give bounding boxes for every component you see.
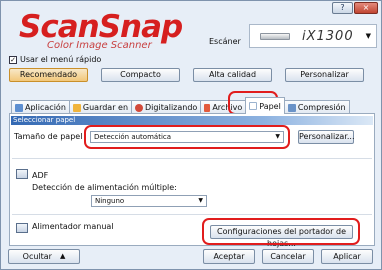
scansnap-settings-window: ? × ScanSnap Color Image Scanner Escáner…	[0, 0, 382, 270]
highlight-paper-size	[84, 125, 290, 149]
hide-button[interactable]: Ocultar ▲	[8, 249, 80, 264]
window-controls: ? ×	[332, 2, 378, 14]
quick-menu-checkbox[interactable]: ✓ Usar el menú rápido	[9, 55, 101, 64]
paper-icon	[249, 102, 258, 110]
scanning-icon	[135, 103, 144, 112]
quick-menu-label: Usar el menú rápido	[20, 55, 102, 64]
tab-application[interactable]: Aplicación	[11, 100, 70, 114]
adf-label: ADF	[32, 171, 49, 180]
tab-label: Digitalizando	[145, 103, 198, 112]
scanner-label: Escáner	[209, 37, 241, 46]
tab-label: Guardar en	[82, 103, 129, 112]
highlight-carrier-button	[202, 218, 360, 245]
tab-label: Compresión	[297, 103, 346, 112]
file-icon	[204, 103, 211, 112]
tab-save-to[interactable]: Guardar en	[68, 100, 133, 114]
profile-button-customize[interactable]: Personalizar	[285, 68, 364, 82]
cancel-button[interactable]: Cancelar	[262, 249, 314, 264]
compression-icon	[287, 103, 296, 112]
help-button[interactable]: ?	[332, 2, 353, 14]
adf-icon	[16, 169, 28, 179]
divider	[12, 158, 372, 159]
profile-button-high-quality[interactable]: Alta calidad	[193, 68, 272, 82]
customize-size-button[interactable]: Personalizar...	[298, 130, 355, 144]
chevron-down-icon: ▼	[198, 197, 203, 204]
profile-button-recommended[interactable]: Recomendado	[9, 68, 88, 82]
scanner-model: iX1300	[302, 28, 354, 44]
apply-button[interactable]: Aplicar	[321, 249, 373, 264]
folder-icon	[72, 103, 81, 112]
tab-label: Aplicación	[25, 103, 66, 112]
paper-panel: Seleccionar papel Tamaño de papel Detecc…	[9, 113, 375, 248]
tab-scanning[interactable]: Digitalizando	[131, 100, 202, 114]
manual-feeder-label: Alimentador manual	[32, 222, 114, 231]
chevron-up-icon: ▲	[59, 252, 66, 260]
close-button[interactable]: ×	[354, 2, 378, 14]
checkbox-check-icon[interactable]: ✓	[9, 55, 17, 64]
brand-logo: ScanSnap Color Image Scanner	[19, 9, 183, 51]
accept-button[interactable]: Aceptar	[203, 249, 255, 264]
hide-label: Ocultar	[22, 252, 52, 261]
chevron-down-icon: ▼	[365, 32, 371, 40]
logo-text: ScanSnap	[19, 9, 183, 45]
settings-tabs: Aplicación Guardar en Digitalizando Arch…	[11, 96, 350, 114]
manual-feeder-icon	[16, 223, 28, 233]
multifeed-select[interactable]: Ninguno ▼	[91, 195, 207, 207]
tab-paper[interactable]: Papel	[245, 97, 285, 114]
profile-buttons: Recomendado Compacto Alta calidad Person…	[9, 68, 364, 82]
application-icon	[15, 103, 23, 112]
tab-compression[interactable]: Compresión	[283, 100, 350, 114]
paper-size-label: Tamaño de papel	[14, 132, 83, 141]
divider	[12, 214, 372, 215]
scanner-icon	[260, 32, 290, 40]
section-title: Seleccionar papel	[11, 116, 373, 125]
multifeed-label: Detección de alimentación múltiple:	[32, 183, 177, 192]
tab-label: Papel	[259, 101, 281, 111]
scanner-select[interactable]: iX1300 ▼	[249, 24, 377, 48]
multifeed-value: Ninguno	[95, 197, 125, 205]
profile-button-compact[interactable]: Compacto	[101, 68, 180, 82]
